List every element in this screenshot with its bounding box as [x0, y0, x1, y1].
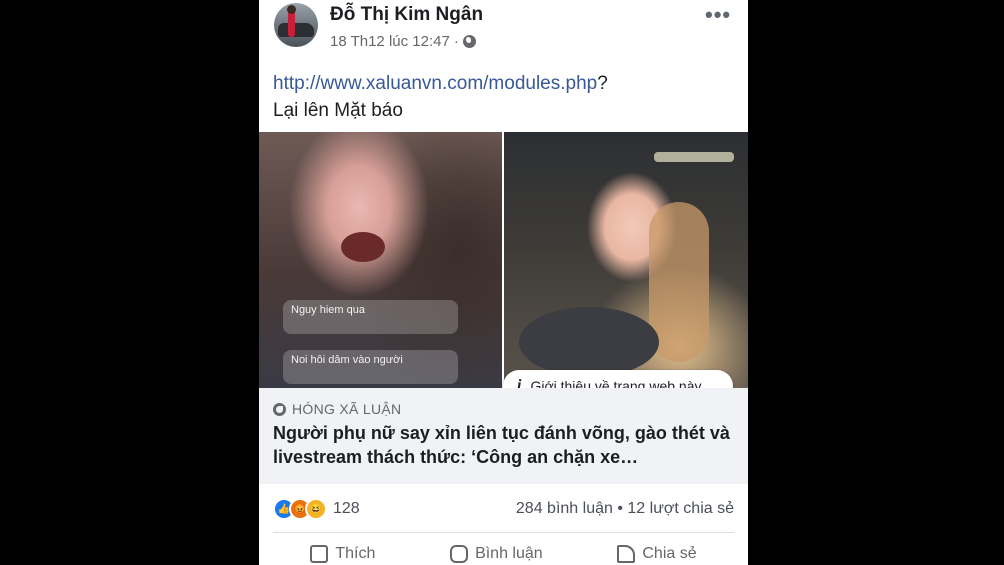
image-steering-wheel [519, 307, 659, 377]
meta-separator: · [453, 33, 459, 50]
comment-label: Bình luận [475, 545, 543, 562]
comment-button[interactable]: Bình luận [450, 545, 543, 563]
share-label: Chia sẻ [642, 545, 697, 562]
like-label: Thích [335, 545, 376, 562]
post-stats: 👍 😡 😆 128 284 bình luận • 12 lượt chia s… [273, 496, 734, 522]
share-icon [617, 545, 636, 563]
comment-count[interactable]: 284 bình luận [516, 500, 613, 517]
engagement-dot: • [617, 500, 623, 517]
engagement-counts: 284 bình luận • 12 lượt chia sẻ [516, 500, 734, 518]
post-body: Lại lên Mặt báo [273, 100, 403, 121]
link-source: HÓNG XÃ LUẬN [273, 401, 734, 417]
post-meta: 18 Th12 lúc 12:47 · [330, 33, 476, 50]
image-face-detail [341, 232, 385, 262]
preview-image-right[interactable] [504, 132, 748, 388]
facebook-post: Đỗ Thị Kim Ngân 18 Th12 lúc 12:47 · ••• … [259, 0, 748, 565]
post-actions: Thích Bình luận Chia sẻ [273, 545, 734, 563]
author-name[interactable]: Đỗ Thị Kim Ngân [330, 4, 483, 26]
actions-divider [273, 532, 734, 533]
avatar-car [278, 23, 314, 37]
reactions-summary[interactable]: 👍 😡 😆 128 [273, 498, 360, 520]
avatar-head [287, 5, 296, 14]
link-preview-caption[interactable]: HÓNG XÃ LUẬN Người phụ nữ say xỉn liên t… [259, 388, 748, 484]
share-count[interactable]: 12 lượt chia sẻ [627, 500, 734, 517]
image-car-light [654, 152, 734, 162]
post-link[interactable]: http://www.xaluanvn.com/modules.php [273, 73, 597, 94]
post-link-suffix: ? [597, 73, 608, 94]
like-button[interactable]: Thích [310, 545, 375, 563]
post-link-line: http://www.xaluanvn.com/modules.php? [273, 70, 733, 97]
source-icon [273, 402, 286, 416]
link-headline[interactable]: Người phụ nữ say xỉn liên tục đánh võng,… [273, 421, 734, 469]
author-avatar[interactable] [274, 3, 318, 47]
thumbs-up-icon [310, 545, 329, 563]
post-timestamp[interactable]: 18 Th12 lúc 12:47 [330, 33, 450, 50]
preview-image-left[interactable]: Nguy hiem qua Noi hôi dâm vào người [259, 132, 502, 388]
link-source-label: HÓNG XÃ LUẬN [292, 401, 402, 417]
more-options-button[interactable]: ••• [705, 2, 731, 28]
livestream-comment: Noi hôi dâm vào người [283, 350, 458, 384]
livestream-comment: Nguy hiem qua [283, 300, 458, 334]
reaction-count: 128 [333, 500, 360, 517]
post-text: http://www.xaluanvn.com/modules.php? Lại… [273, 70, 733, 124]
comment-icon [450, 545, 469, 563]
haha-reaction-icon: 😆 [305, 498, 327, 520]
share-button[interactable]: Chia sẻ [617, 545, 697, 563]
globe-icon [462, 35, 476, 48]
